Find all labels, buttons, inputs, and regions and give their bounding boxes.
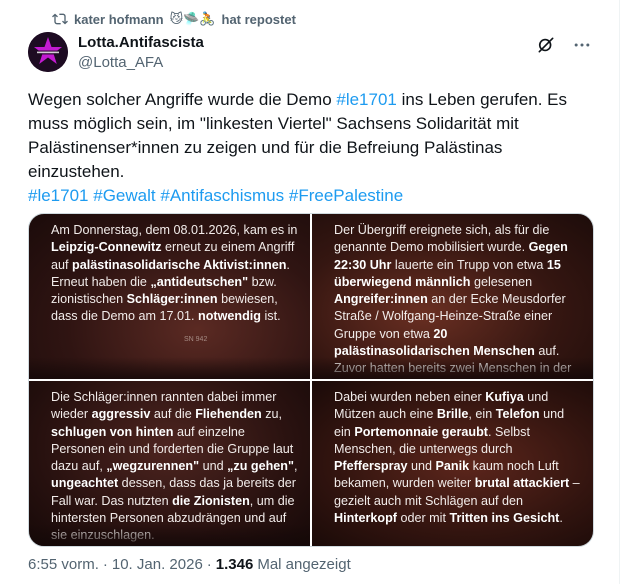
image-text-bold: „antideutschen" — [150, 274, 249, 289]
repost-user-emojis: 😼🛸🚴 — [169, 11, 216, 27]
image-text-bold: ungeachtet — [51, 476, 119, 491]
image-text-bold: Brille — [436, 407, 469, 422]
image-1-sign-text: SN 942 — [184, 336, 208, 343]
image-text-bold: Pfefferspray — [334, 459, 408, 474]
post-time[interactable]: 6:55 vorm. — [28, 556, 99, 573]
image-text-segment: und — [407, 459, 436, 474]
meta-separator: · — [102, 556, 108, 573]
image-text-bold: Fliehenden — [195, 407, 262, 422]
image-text-bold: Panik — [435, 459, 470, 474]
media-image-1[interactable]: Am Donnerstag, dem 08.01.2026, kam es in… — [29, 214, 310, 379]
image-text-bold: palästinasolidarische Aktivist:innen — [72, 257, 287, 272]
image-text-bold: brutal attackiert — [474, 476, 570, 491]
image-text-segment: auf die — [150, 407, 196, 422]
repost-user[interactable]: kater hofmann — [74, 12, 164, 27]
views-count: 1.346 — [215, 556, 254, 573]
image-text-bold: Leipzig-Connewitz — [51, 240, 162, 255]
hashtag-inline[interactable]: #le1701 — [336, 90, 397, 109]
image-text-bold: Portemonnaie geraubt — [354, 424, 488, 439]
image-text-bold: aggressiv — [91, 407, 151, 422]
image-1-text: Am Donnerstag, dem 08.01.2026, kam es in… — [51, 222, 300, 326]
image-text-bold: Hinterkopf — [334, 511, 397, 526]
image-text-segment: Dabei wurden neben einer — [334, 390, 486, 404]
image-text-bold: Tritten ins Gesicht — [449, 511, 560, 526]
post-date[interactable]: 10. Jan. 2026 — [112, 556, 203, 573]
image-text-bold: schlugen von hinten — [51, 424, 174, 439]
image-text-bold: Angreifer:innen — [334, 292, 428, 307]
image-text-segment: zu, — [261, 407, 283, 422]
hashtag-le1701[interactable]: #le1701 — [28, 186, 89, 205]
media-image-4[interactable]: Dabei wurden neben einer Kufiya und Mütz… — [312, 381, 593, 546]
grok-icon[interactable] — [535, 34, 557, 56]
tweet-text: Wegen solcher Angriffe wurde die Demo #l… — [28, 88, 598, 208]
media-grid: Am Donnerstag, dem 08.01.2026, kam es in… — [28, 213, 594, 547]
image-text-bold: Kufiya — [485, 390, 524, 404]
image-text-segment: oder mit — [396, 511, 450, 526]
more-options-icon[interactable] — [571, 34, 593, 56]
avatar[interactable] — [28, 32, 68, 72]
image-text-bold: Telefon — [495, 407, 540, 422]
repost-indicator[interactable]: kater hofmann 😼🛸🚴 hat repostet — [52, 10, 296, 28]
image-3-text: Die Schläger:innen rannten dabei immer w… — [51, 389, 300, 545]
image-text-segment: Der Übergriff ereignete sich, als für di… — [334, 223, 550, 255]
media-image-2[interactable]: Der Übergriff ereignete sich, als für di… — [312, 214, 593, 379]
media-image-3[interactable]: Die Schläger:innen rannten dabei immer w… — [29, 381, 310, 546]
image-text-segment: , ein — [468, 407, 496, 422]
repost-suffix: hat repostet — [221, 11, 296, 27]
antifa-star-logo — [28, 32, 68, 72]
image-text-bold: die Zionisten — [172, 493, 250, 508]
image-text-bold: „wegzurennen" — [106, 459, 200, 474]
image-text-bold: Schläger:innen — [126, 292, 218, 307]
image-text-segment: ist. — [260, 309, 281, 324]
post-meta: 6:55 vorm. · 10. Jan. 2026 · 1.346 Mal a… — [28, 556, 351, 573]
hashtag-gewalt[interactable]: #Gewalt — [93, 186, 155, 205]
image-4-text: Dabei wurden neben einer Kufiya und Mütz… — [334, 389, 583, 527]
hashtag-antifaschismus[interactable]: #Antifaschismus — [160, 186, 284, 205]
image-text-bold: notwendig — [198, 309, 261, 324]
image-text-segment: . — [559, 511, 563, 526]
post: kater hofmann 😼🛸🚴 hat repostet Lotta.Ant… — [0, 0, 620, 584]
image-text-segment: lauerte ein Trupp von etwa — [391, 257, 547, 272]
image-text-segment: gelesenen — [470, 274, 533, 289]
tweet-text-part1: Wegen solcher Angriffe wurde die Demo — [28, 90, 337, 109]
image-text-segment: Am Donnerstag, dem 08.01.2026, kam es in — [51, 223, 298, 237]
repost-icon — [52, 11, 68, 27]
hashtag-freepalestine[interactable]: #FreePalestine — [289, 186, 403, 205]
author-handle[interactable]: @Lotta_AFA — [78, 53, 204, 73]
meta-separator-2: · — [206, 556, 212, 573]
image-text-bold: „zu gehen" — [227, 459, 294, 474]
image-text-segment: , — [293, 459, 298, 474]
image-2-text: Der Übergriff ereignete sich, als für di… — [334, 222, 583, 379]
views-label: Mal angezeigt — [257, 556, 351, 573]
post-actions-top — [535, 34, 593, 56]
author-display-name[interactable]: Lotta.Antifascista — [78, 33, 204, 53]
image-text-segment: und — [199, 459, 228, 474]
author-names[interactable]: Lotta.Antifascista @Lotta_AFA — [78, 33, 204, 73]
